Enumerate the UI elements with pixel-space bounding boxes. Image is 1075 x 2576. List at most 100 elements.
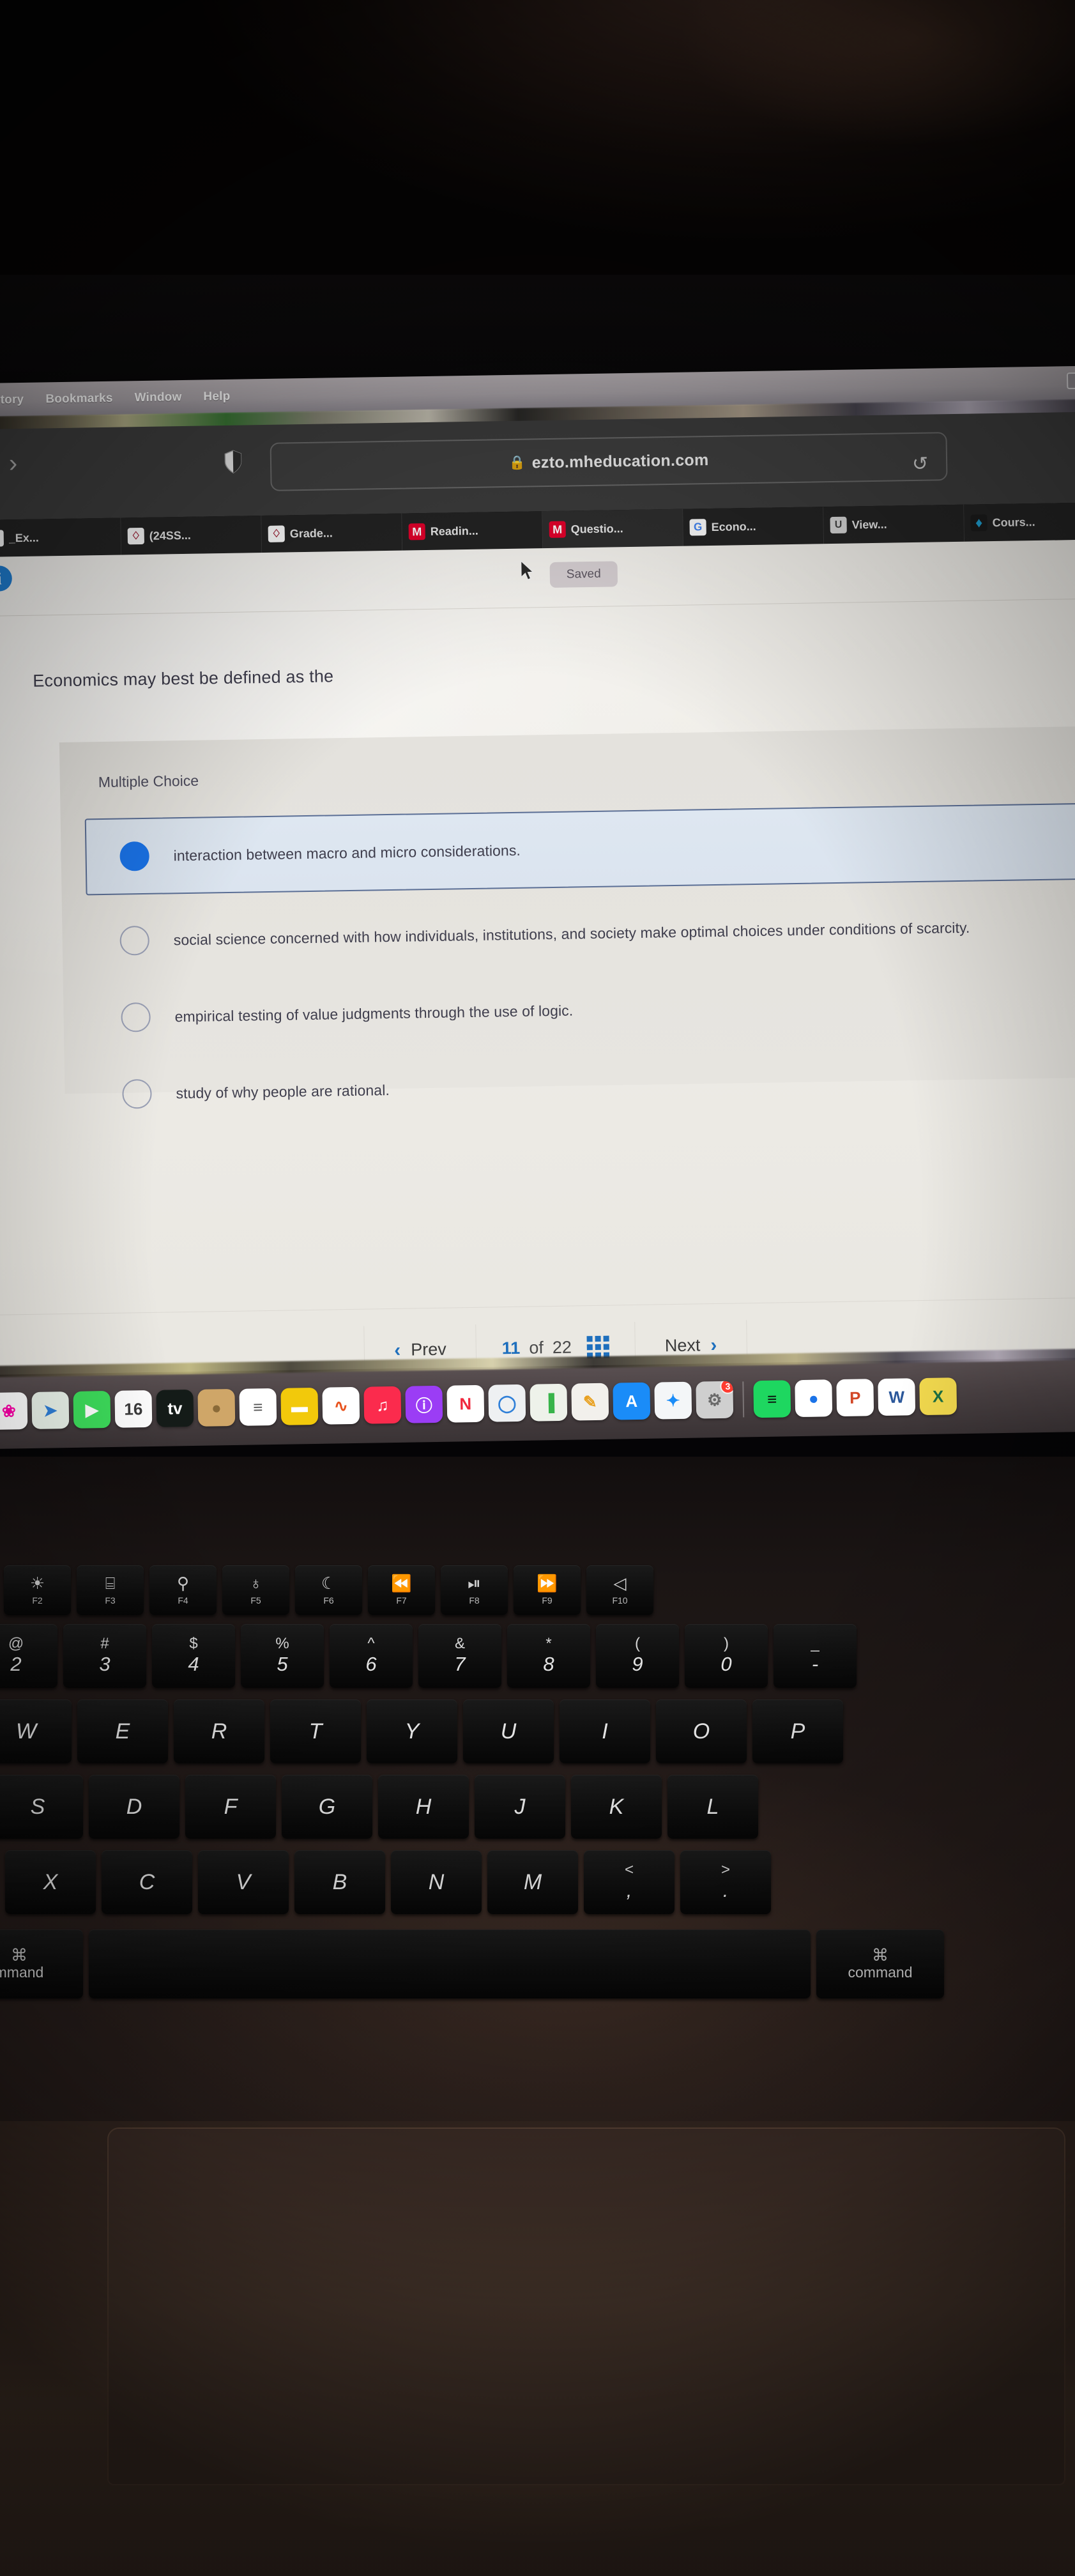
- grid-icon[interactable]: [586, 1335, 610, 1359]
- key-f8[interactable]: ⏯ F8: [441, 1565, 508, 1615]
- key-j[interactable]: J: [475, 1775, 565, 1839]
- browser-tab-active[interactable]: M Questio...: [542, 509, 684, 549]
- key-l[interactable]: L: [667, 1775, 758, 1839]
- key-i[interactable]: I: [560, 1699, 650, 1763]
- numbers-icon[interactable]: ▐: [530, 1383, 568, 1422]
- left-command-label: mmand: [0, 1964, 44, 1981]
- appletv-icon[interactable]: tv: [156, 1389, 194, 1427]
- browser-tab[interactable]: G Econo...: [683, 507, 825, 546]
- reminders-icon[interactable]: ≡: [239, 1388, 277, 1426]
- key-2[interactable]: @2: [0, 1624, 57, 1688]
- menu-item-history[interactable]: istory: [0, 393, 24, 408]
- answer-option-selected[interactable]: interaction between macro and micro cons…: [84, 802, 1075, 896]
- key-8[interactable]: * 8: [507, 1624, 590, 1688]
- key-d[interactable]: D: [89, 1775, 179, 1839]
- settings-icon[interactable]: ⚙ 3: [696, 1381, 734, 1419]
- key-f3[interactable]: ⌸ F3: [77, 1565, 144, 1615]
- key-g[interactable]: G: [282, 1775, 372, 1839]
- key-x[interactable]: X: [5, 1850, 96, 1914]
- safari-icon[interactable]: ✦: [654, 1381, 692, 1420]
- key-t[interactable]: T: [270, 1699, 361, 1763]
- key-f[interactable]: F: [185, 1775, 276, 1839]
- appstore-icon[interactable]: A: [613, 1382, 651, 1420]
- shield-icon[interactable]: [224, 450, 243, 474]
- key-w[interactable]: W: [0, 1699, 72, 1763]
- radio-icon[interactable]: [119, 925, 150, 956]
- key-p[interactable]: P: [752, 1699, 843, 1763]
- right-command-key[interactable]: ⌘ command: [816, 1929, 944, 1998]
- reload-icon[interactable]: ↺: [912, 453, 929, 475]
- key-r[interactable]: R: [174, 1699, 264, 1763]
- browser-tab[interactable]: ♢ Grade...: [261, 513, 403, 553]
- address-bar[interactable]: 🔒 ezto.mheducation.com ↺: [270, 432, 948, 491]
- menu-item-window[interactable]: Window: [134, 390, 181, 405]
- answer-option[interactable]: social science concerned with how indivi…: [86, 887, 1075, 980]
- key-h[interactable]: H: [378, 1775, 469, 1839]
- answer-option[interactable]: empirical testing of value judgments thr…: [88, 963, 1075, 1057]
- key-e[interactable]: E: [77, 1699, 168, 1763]
- key-f7[interactable]: ⏪ F7: [368, 1565, 435, 1615]
- key-f6[interactable]: ☾ F6: [295, 1565, 362, 1615]
- key-6[interactable]: ^ 6: [330, 1624, 413, 1688]
- keynote-icon[interactable]: ◯: [488, 1384, 526, 1422]
- radio-icon[interactable]: [122, 1078, 152, 1109]
- left-command-key[interactable]: ⌘ mmand: [0, 1929, 83, 1998]
- pages-icon[interactable]: ✎: [571, 1383, 609, 1421]
- key-u[interactable]: U: [463, 1699, 554, 1763]
- key-3[interactable]: #3: [63, 1624, 146, 1688]
- key-5[interactable]: % 5: [241, 1624, 324, 1688]
- browser-tab[interactable]: ♢ _Ex...: [0, 518, 122, 557]
- key-f5[interactable]: ♁ F5: [222, 1565, 289, 1615]
- browser-tab[interactable]: U View...: [823, 504, 965, 544]
- key-7[interactable]: & 7: [418, 1624, 501, 1688]
- radio-icon[interactable]: [119, 841, 150, 871]
- key-9[interactable]: (9: [596, 1624, 679, 1688]
- notes-icon[interactable]: ▬: [280, 1387, 319, 1425]
- menu-item-bookmarks[interactable]: Bookmarks: [45, 392, 113, 407]
- spacebar-key[interactable]: [89, 1929, 811, 1998]
- key--[interactable]: _ -: [774, 1624, 857, 1688]
- menu-item-help[interactable]: Help: [203, 390, 230, 404]
- word-icon[interactable]: W: [878, 1378, 916, 1416]
- key-o[interactable]: O: [656, 1699, 747, 1763]
- key-y[interactable]: Y: [367, 1699, 457, 1763]
- chrome-icon[interactable]: ●: [795, 1379, 833, 1418]
- key-punct[interactable]: >.: [680, 1850, 771, 1914]
- browser-tab[interactable]: ♦ Cours...: [964, 502, 1075, 542]
- excel-icon[interactable]: X: [919, 1377, 957, 1416]
- key-f10[interactable]: ◁ F10: [586, 1565, 653, 1615]
- key-m[interactable]: M: [487, 1850, 578, 1914]
- key-b[interactable]: B: [294, 1850, 385, 1914]
- key-c[interactable]: C: [102, 1850, 192, 1914]
- spotify-icon[interactable]: ≡: [753, 1380, 791, 1418]
- podcasts-icon[interactable]: ⓘ: [405, 1385, 443, 1423]
- photos-icon[interactable]: ❀: [0, 1392, 28, 1430]
- facetime-icon[interactable]: ▶: [73, 1390, 111, 1429]
- browser-tab[interactable]: ♢ (24SS...: [121, 516, 263, 555]
- maps-icon[interactable]: ➤: [31, 1392, 70, 1429]
- info-icon[interactable]: i: [0, 565, 13, 592]
- key-k[interactable]: K: [571, 1775, 662, 1839]
- key-s[interactable]: S: [0, 1775, 83, 1839]
- browser-tab[interactable]: M Readin...: [402, 511, 544, 551]
- key-letter: W: [15, 1719, 37, 1744]
- key-f4[interactable]: ⚲ F4: [149, 1565, 217, 1615]
- powerpoint-icon[interactable]: P: [836, 1379, 874, 1417]
- key-f9[interactable]: ⏩ F9: [514, 1565, 581, 1615]
- trackpad[interactable]: [107, 2128, 1065, 2485]
- key-punct[interactable]: <,: [584, 1850, 675, 1914]
- key-4[interactable]: $4: [152, 1624, 235, 1688]
- music-icon[interactable]: ♫: [363, 1386, 402, 1424]
- number-key-row: @2 #3 $4% 5 ^ 6 & 7 * 8(9) 0 _ -: [0, 1624, 857, 1688]
- key-n[interactable]: N: [391, 1850, 482, 1914]
- chevron-right-icon[interactable]: ›: [9, 449, 18, 477]
- answer-option[interactable]: study of why people are rational.: [89, 1040, 1075, 1133]
- stocks-icon[interactable]: ∿: [322, 1386, 360, 1425]
- news-icon[interactable]: N: [446, 1384, 485, 1423]
- calendar-icon[interactable]: 16: [114, 1390, 153, 1428]
- radio-icon[interactable]: [121, 1002, 151, 1032]
- contacts-icon[interactable]: ●: [197, 1388, 236, 1427]
- key-f2[interactable]: ☀ F2: [4, 1565, 71, 1615]
- key-0[interactable]: ) 0: [685, 1624, 768, 1688]
- key-v[interactable]: V: [198, 1850, 289, 1914]
